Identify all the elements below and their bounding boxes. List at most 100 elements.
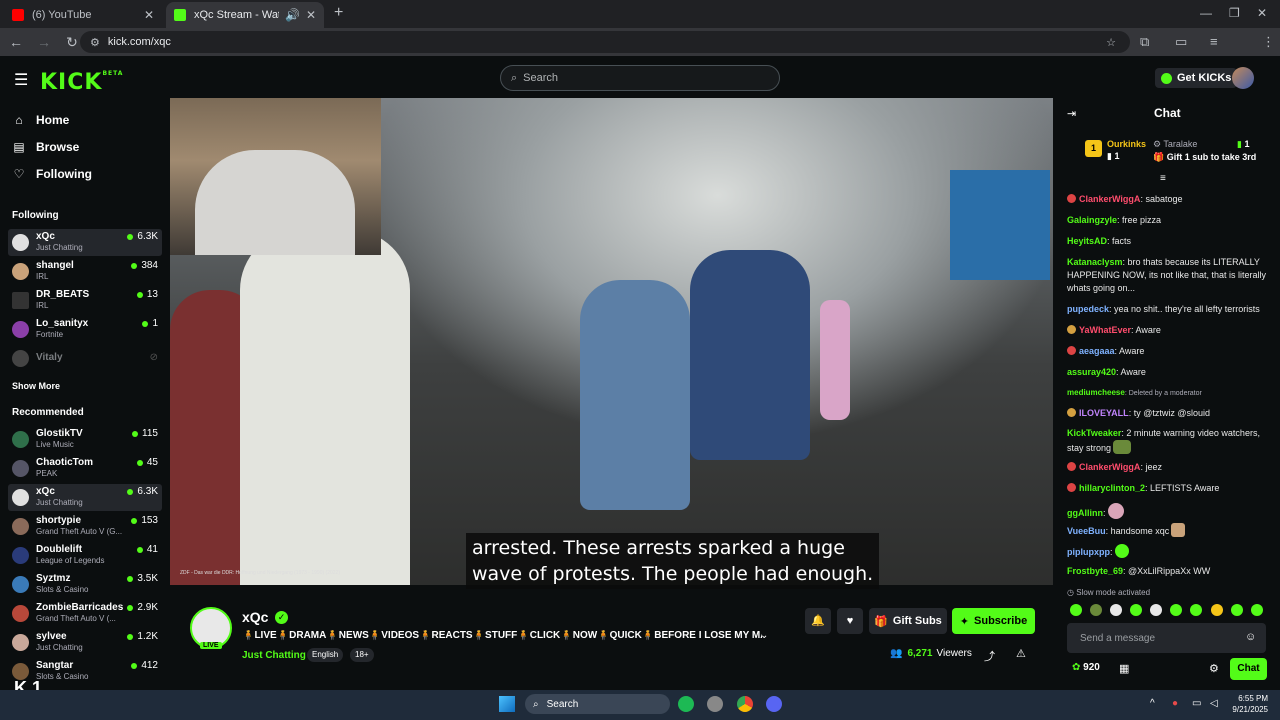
following-channel-xqc[interactable]: xQc Just Chatting 6.3K (8, 229, 162, 256)
chat-username[interactable]: YaWhatEver (1079, 325, 1131, 335)
gift-banner[interactable]: 🎁 Gift 1 sub to take 3rd (1153, 152, 1256, 163)
chat-message-input[interactable]: Send a message (1067, 623, 1266, 653)
chat-username[interactable]: ClankerWiggA (1079, 462, 1140, 472)
leaderboard-user-1[interactable]: Ourkinks (1107, 139, 1146, 149)
emote-icon[interactable] (1110, 604, 1122, 616)
chat-username[interactable]: aeagaaa (1079, 346, 1115, 356)
close-window-icon[interactable]: ✕ (1257, 6, 1267, 20)
gear-icon[interactable]: ⚙ (1209, 662, 1219, 675)
discord-icon[interactable] (766, 696, 782, 712)
emote-icon[interactable] (1150, 604, 1162, 616)
emote-icon[interactable] (1090, 604, 1102, 616)
chat-username[interactable]: Katanaclysm (1067, 257, 1123, 267)
channel-name[interactable]: xQc (242, 609, 268, 625)
new-tab-icon[interactable]: + (334, 4, 343, 22)
back-icon[interactable]: ← (4, 34, 28, 50)
notifications-bell-button[interactable]: 🔔 (805, 608, 831, 634)
hamburger-menu-icon[interactable]: ☰ (14, 70, 28, 90)
tag-mature[interactable]: 18+ (350, 648, 374, 662)
chat-username[interactable]: Galaingzyle (1067, 215, 1117, 225)
collapse-chat-icon[interactable]: ⇥ (1067, 107, 1076, 120)
search-input[interactable]: ⌕ Search (500, 65, 780, 91)
kick-logo[interactable]: KICKBETA (40, 70, 123, 95)
chat-username[interactable]: piplupxpp (1067, 547, 1110, 557)
recommended-channel[interactable]: ChaoticTom PEAK 45 (8, 455, 162, 482)
nav-following[interactable]: ♡ Following (12, 167, 92, 181)
menu-dots-icon[interactable]: ⋮ (1262, 34, 1275, 50)
close-tab-icon[interactable]: ✕ (306, 8, 316, 22)
following-channel-lo-sanityx[interactable]: Lo_sanityx Fortnite 1 (8, 316, 162, 343)
chat-username[interactable]: HeyitsAD (1067, 236, 1107, 246)
send-chat-button[interactable]: Chat (1230, 658, 1267, 680)
site-info-icon[interactable]: ⚙ (90, 36, 100, 49)
emote-icon[interactable] (1231, 604, 1243, 616)
chat-username[interactable]: hillaryclinton_2 (1079, 483, 1145, 493)
taskbar-clock[interactable]: 6:55 PM 9/21/2025 (1228, 693, 1268, 715)
recommended-channel[interactable]: Doublelift League of Legends 41 (8, 542, 162, 569)
taskbar-search[interactable]: ⌕ Search (525, 694, 670, 714)
following-channel-dr-beats[interactable]: DR_BEATS IRL 13 (8, 287, 162, 314)
recommended-channel[interactable]: sylvee Just Chatting 1.2K (8, 629, 162, 656)
emote-icon[interactable] (1251, 604, 1263, 616)
chat-username[interactable]: Frostbyte_69 (1067, 566, 1123, 576)
maximize-icon[interactable]: ❐ (1229, 6, 1240, 20)
share-icon[interactable]: ⤴ (984, 648, 995, 664)
get-kicks-button[interactable]: Get KICKs (1155, 68, 1238, 88)
emote-icon[interactable] (1170, 604, 1182, 616)
chat-username[interactable]: ClankerWiggA (1079, 194, 1140, 204)
chat-username[interactable]: ggAllinn (1067, 508, 1103, 518)
chat-username[interactable]: pupedeck (1067, 304, 1109, 314)
microphone-icon[interactable]: ● (1172, 698, 1178, 709)
subscribe-button[interactable]: ✦ Subscribe (952, 608, 1035, 634)
emoji-icon[interactable]: ☺ (1245, 631, 1256, 643)
minimize-icon[interactable]: — (1200, 6, 1212, 20)
report-icon[interactable]: ⚠ (1016, 647, 1026, 660)
chat-username[interactable]: mediumcheese (1067, 388, 1125, 397)
following-channel-vitaly[interactable]: Vitaly ⊘ (8, 345, 162, 372)
network-icon[interactable]: ▭ (1192, 698, 1201, 709)
chevron-down-icon[interactable]: ⌄ (760, 630, 768, 641)
gift-subs-button[interactable]: 🎁 Gift Subs (869, 608, 947, 634)
leaderboard-user-2[interactable]: ⚙ Taralake (1153, 139, 1197, 150)
channel-points[interactable]: ✿ 920 (1072, 662, 1100, 673)
emote-icon[interactable] (1211, 604, 1223, 616)
chat-username[interactable]: assuray420 (1067, 367, 1116, 377)
recommended-channel[interactable]: Syztmz Slots & Casino 3.5K (8, 571, 162, 598)
emote-icon[interactable] (1190, 604, 1202, 616)
nav-home[interactable]: ⌂ Home (12, 113, 69, 127)
nav-browse[interactable]: ▤ Browse (12, 140, 79, 154)
speaker-icon[interactable]: 🔊 (285, 8, 300, 22)
bookmark-star-icon[interactable]: ☆ (1106, 36, 1116, 49)
chat-username[interactable]: VueeBuu (1067, 526, 1106, 536)
recommended-channel[interactable]: shortypie Grand Theft Auto V (G... 153 (8, 513, 162, 540)
forward-icon[interactable]: → (32, 34, 56, 50)
tab-kick[interactable]: xQc Stream - Watch Live on 🔊 ✕ (166, 2, 324, 28)
chat-username[interactable]: ILOVEYALL (1079, 408, 1129, 418)
pinned-toggle-icon[interactable]: ≡ (1160, 173, 1166, 184)
tag-language[interactable]: English (307, 648, 344, 662)
close-tab-icon[interactable]: ✕ (144, 8, 154, 22)
recommended-channel[interactable]: GlostikTV Live Music 115 (8, 426, 162, 453)
user-avatar[interactable] (1232, 67, 1254, 89)
emote-icon[interactable] (1130, 604, 1142, 616)
media-icon[interactable]: ≡ (1210, 34, 1218, 49)
follow-button[interactable]: ♥ (837, 608, 863, 634)
windows-start-icon[interactable] (499, 696, 515, 712)
stream-category-link[interactable]: Just Chatting (242, 650, 306, 661)
app-icon[interactable] (707, 696, 723, 712)
following-channel-shangel[interactable]: shangel IRL 384 (8, 258, 162, 285)
show-more-link[interactable]: Show More (12, 381, 60, 391)
chevron-up-icon[interactable]: ^ (1150, 698, 1155, 709)
recommended-channel[interactable]: ZombieBarricades Grand Theft Auto V (...… (8, 600, 162, 627)
emote-icon[interactable] (1070, 604, 1082, 616)
store-icon[interactable]: ▦ (1119, 662, 1129, 675)
chrome-icon[interactable] (737, 696, 753, 712)
url-field[interactable]: ⚙ kick.com/xqc ☆ (80, 31, 1130, 53)
chat-username[interactable]: KickTweaker (1067, 428, 1121, 438)
volume-icon[interactable]: ◁ (1210, 698, 1218, 709)
tab-youtube[interactable]: (6) YouTube ✕ (4, 2, 162, 28)
spotify-icon[interactable] (678, 696, 694, 712)
extensions-icon[interactable]: ⧉ (1140, 34, 1149, 50)
recommended-channel[interactable]: xQc Just Chatting 6.3K (8, 484, 162, 511)
split-view-icon[interactable]: ▭ (1175, 34, 1187, 50)
